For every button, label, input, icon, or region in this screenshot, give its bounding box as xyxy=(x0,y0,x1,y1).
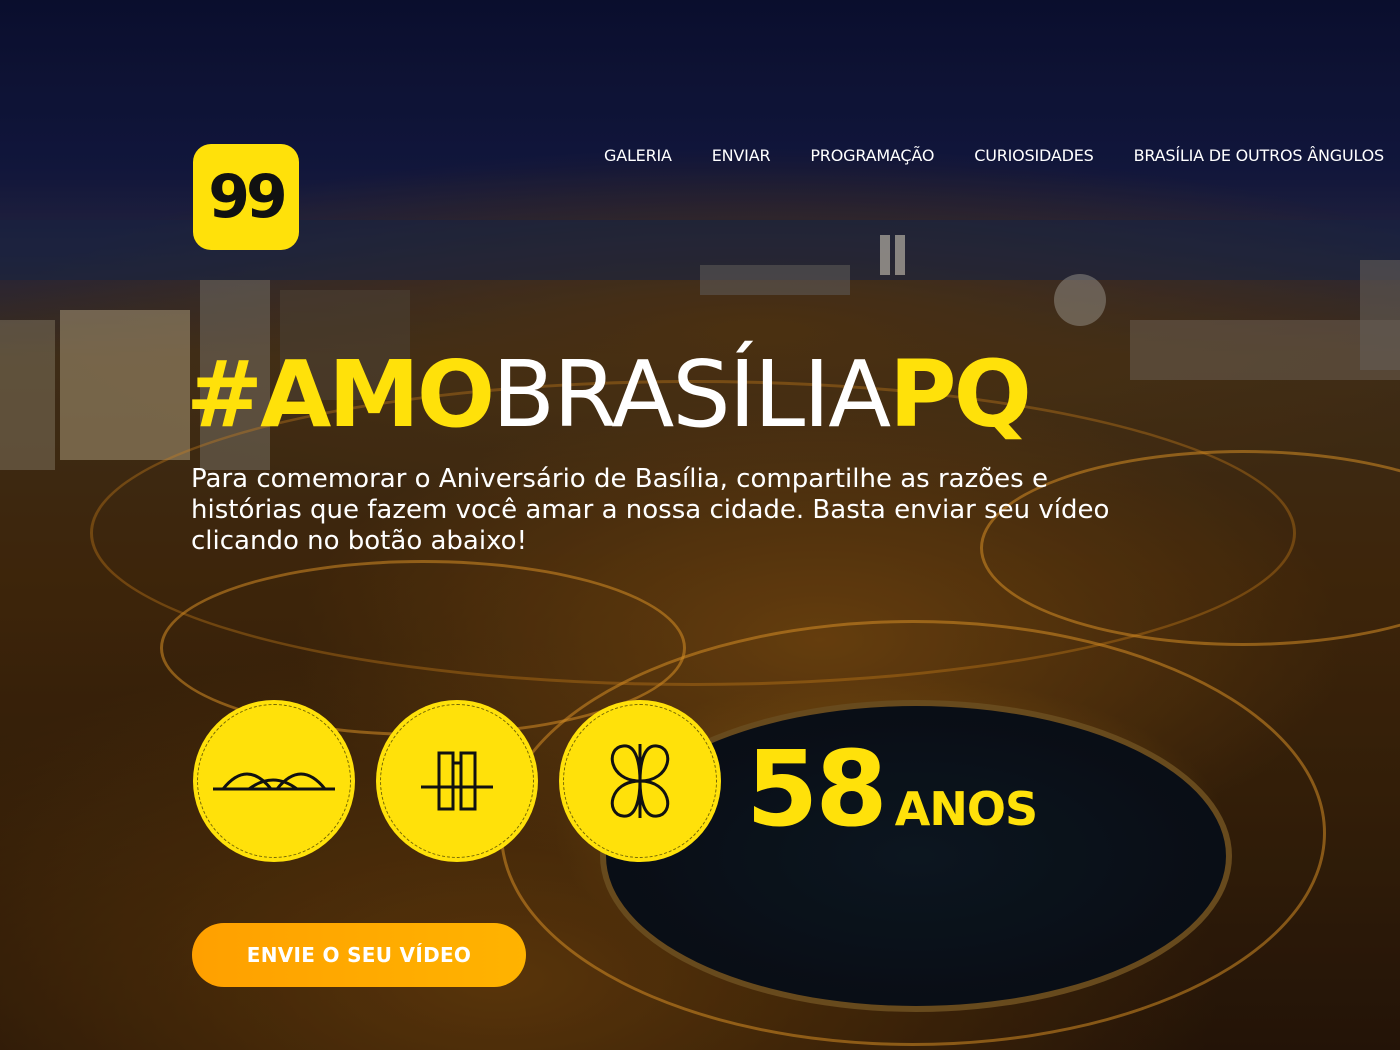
send-video-button[interactable]: ENVIE O SEU VÍDEO xyxy=(192,923,526,987)
age-number: 58 xyxy=(746,728,888,850)
logo-text: 99 xyxy=(208,162,287,232)
nav-item-curiosidades[interactable]: CURIOSIDADES xyxy=(974,146,1094,165)
palace-circle xyxy=(559,700,721,862)
hero-headline: #AMOBRASÍLIAPQ xyxy=(186,340,1032,450)
headline-brasilia: BRASÍLIA xyxy=(492,341,891,448)
landmark-icons xyxy=(193,700,721,862)
headline-hashtag-amo: #AMO xyxy=(186,341,495,448)
hero-intro-text: Para comemorar o Aniversário de Basília,… xyxy=(191,464,1110,556)
bridge-circle xyxy=(193,700,355,862)
bridge-icon xyxy=(213,772,335,791)
palace-icon xyxy=(610,744,670,818)
main-nav: GALERIA ENVIAR PROGRAMAÇÃO CURIOSIDADES … xyxy=(604,146,1384,165)
nav-item-galeria[interactable]: GALERIA xyxy=(604,146,672,165)
congress-icon xyxy=(421,751,493,811)
nav-item-brasilia-outros-angulos[interactable]: BRASÍLIA DE OUTROS ÂNGULOS xyxy=(1134,146,1385,165)
age-unit: ANOS xyxy=(894,782,1038,836)
congress-circle xyxy=(376,700,538,862)
nav-item-programacao[interactable]: PROGRAMAÇÃO xyxy=(810,146,934,165)
headline-pq: PQ xyxy=(889,341,1032,448)
nav-item-enviar[interactable]: ENVIAR xyxy=(712,146,771,165)
anniversary-badge: 58 ANOS xyxy=(746,728,1038,850)
brand-logo[interactable]: 99 xyxy=(193,144,299,250)
